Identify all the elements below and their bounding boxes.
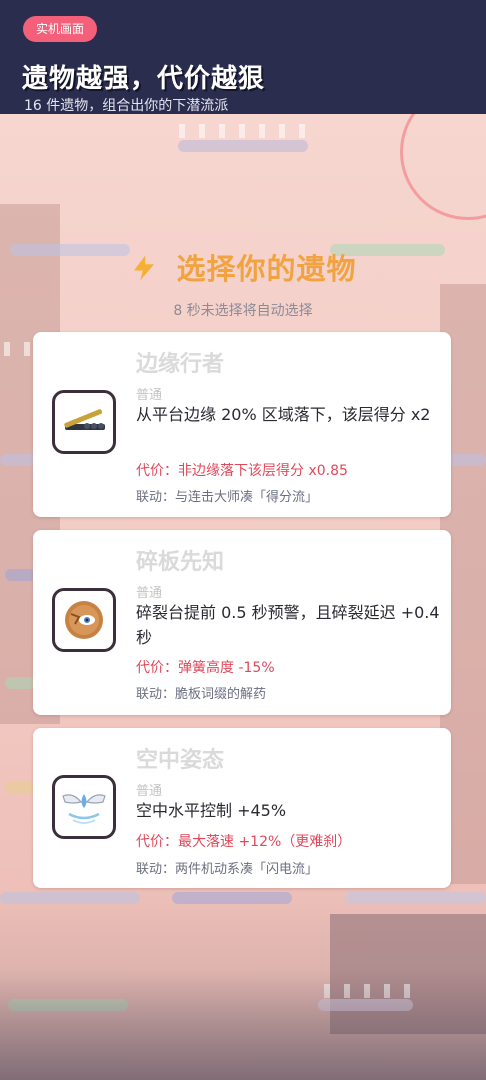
relic-name: 碎板先知 <box>136 550 225 575</box>
promo-headline: 遗物越强，代价越狠 <box>22 64 266 94</box>
lightning-bolt-icon <box>129 252 170 286</box>
platform <box>5 677 35 689</box>
relic-synergy: 联动：两件机动系凑「闪电流」 <box>136 862 319 877</box>
relic-select-title-text: 选择你的遗物 <box>176 252 357 286</box>
glow-ring <box>400 114 486 220</box>
bottom-fog <box>0 970 486 1080</box>
relic-cost: 代价：非边缘落下该层得分 x0.85 <box>136 463 348 479</box>
edge-plank-icon <box>52 390 116 454</box>
relic-synergy: 联动：与连击大师凑「得分流」 <box>136 490 319 505</box>
winged-drop-icon <box>52 775 116 839</box>
gameplay-footage-tag: 实机画面 <box>23 16 98 42</box>
relic-rarity: 普通 <box>136 388 163 403</box>
relic-card-air-posture[interactable]: 空中姿态 普通 空中水平控制 +45% 代价：最大落速 +12%（更难刹） 联动… <box>33 728 451 888</box>
promo-subline: 16 件遗物，组合出你的下潜流派 <box>24 98 229 114</box>
relic-effect: 从平台边缘 20% 区域落下，该层得分 x2 <box>136 405 431 424</box>
platform <box>345 892 486 904</box>
platform <box>5 782 35 794</box>
relic-cost: 代价：弹簧高度 -15% <box>136 660 275 676</box>
relic-card-crack-prophet[interactable]: 碎板先知 普通 碎裂台提前 0.5 秒预警，且碎裂延迟 +0.4 秒 代价：弹簧… <box>33 530 451 715</box>
spike-row <box>175 124 305 138</box>
relic-card-edge-walker[interactable]: 边缘行者 普通 从平台边缘 20% 区域落下，该层得分 x2 代价：非边缘落下该… <box>33 332 451 517</box>
relic-name: 空中姿态 <box>136 748 225 773</box>
relic-select-title: 选择你的遗物 <box>0 246 486 288</box>
platform <box>0 892 140 904</box>
relic-effect: 碎裂台提前 0.5 秒预警，且碎裂延迟 +0.4 秒 <box>136 603 440 647</box>
relic-rarity: 普通 <box>136 586 163 601</box>
relic-name: 边缘行者 <box>136 352 225 377</box>
platform <box>178 140 308 152</box>
cracked-eye-cookie-icon <box>52 588 116 652</box>
platform <box>448 454 486 466</box>
relic-synergy: 联动：脆板词缀的解药 <box>136 687 267 702</box>
promo-header: 实机画面 遗物越强，代价越狠 16 件遗物，组合出你的下潜流派 <box>0 0 486 114</box>
auto-select-countdown: 8 秒未选择将自动选择 <box>173 303 313 319</box>
relic-effect: 空中水平控制 +45% <box>136 801 287 820</box>
platform <box>5 569 35 581</box>
platform <box>172 892 292 904</box>
relic-cost: 代价：最大落速 +12%（更难刹） <box>136 834 352 850</box>
relic-rarity: 普通 <box>136 784 163 799</box>
